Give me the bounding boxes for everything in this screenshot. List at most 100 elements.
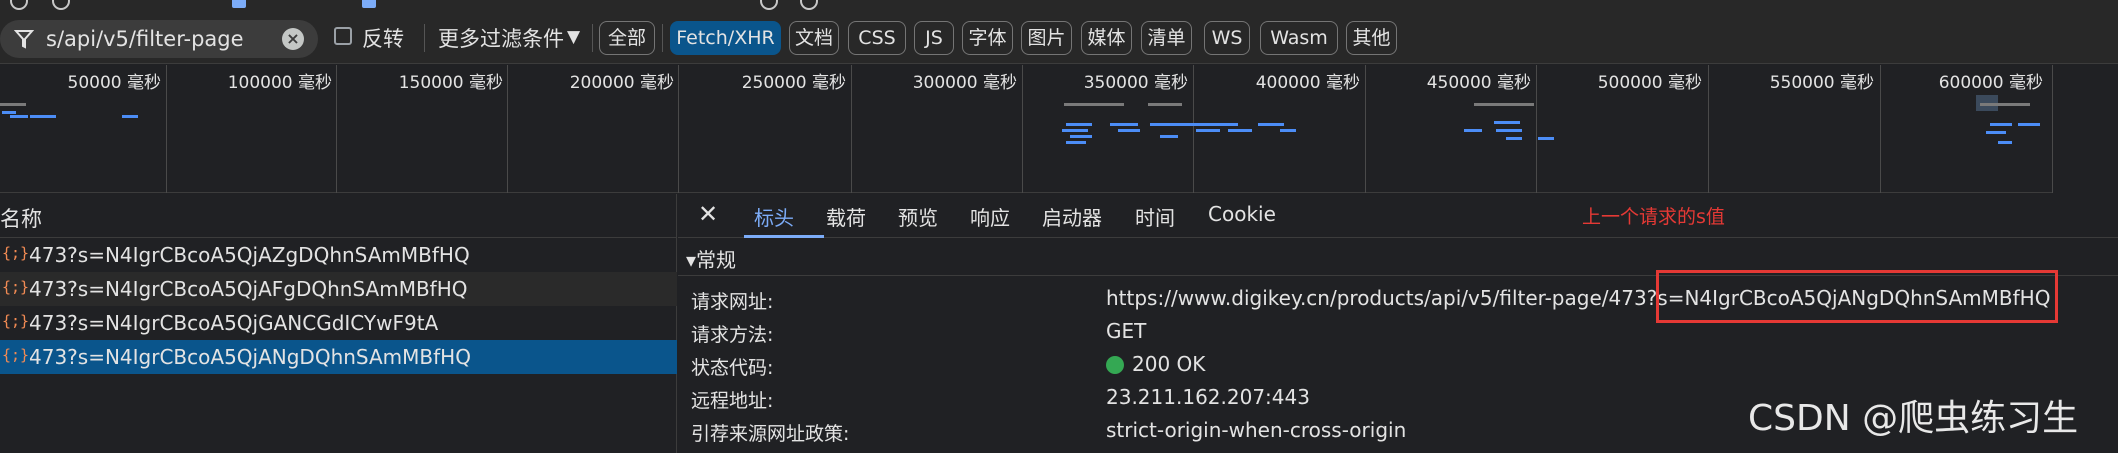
name-column-label: 名称 bbox=[0, 207, 42, 231]
filter-chip-wasm[interactable]: Wasm bbox=[1260, 21, 1338, 55]
timeline-request-bar bbox=[2, 111, 16, 114]
filter-chip-img[interactable]: 图片 bbox=[1021, 21, 1072, 55]
record-icon[interactable] bbox=[10, 0, 28, 10]
timeline-request-bar bbox=[10, 115, 28, 118]
timeline-tick-label: 200000 毫秒 bbox=[569, 73, 674, 93]
timeline-request-bar bbox=[1110, 123, 1138, 126]
timeline-tick-label: 450000 毫秒 bbox=[1426, 73, 1531, 93]
filter-chip-ws[interactable]: WS bbox=[1204, 21, 1250, 55]
xhr-icon: {;} bbox=[2, 312, 30, 330]
tab-cookies[interactable]: Cookie bbox=[1208, 202, 1276, 226]
timeline-tick-label: 50000 毫秒 bbox=[67, 73, 161, 93]
status-ok-icon bbox=[1106, 356, 1124, 374]
request-row[interactable]: {;} 473?s=N4IgrCBcoA5QjGANCGdICYwF9tA bbox=[0, 306, 677, 340]
timeline-gridline bbox=[1536, 65, 1537, 193]
tab-initiator[interactable]: 启动器 bbox=[1042, 202, 1102, 231]
timeline-tick-label: 150000 毫秒 bbox=[398, 73, 503, 93]
annotation-text: 上一个请求的s值 bbox=[1582, 206, 1725, 228]
timeline-request-bar bbox=[1998, 141, 2012, 144]
tab-headers[interactable]: 标头 bbox=[754, 202, 794, 231]
timeline-request-bar bbox=[1196, 129, 1220, 132]
filter-chip-doc[interactable]: 文档 bbox=[789, 21, 839, 55]
invert-label: 反转 bbox=[362, 27, 404, 51]
timeline-empty-region bbox=[2052, 65, 2118, 193]
general-section-title: ▾常规 bbox=[686, 248, 737, 272]
field-key: 请求方法: bbox=[691, 324, 774, 346]
divider bbox=[592, 24, 593, 52]
field-value: strict-origin-when-cross-origin bbox=[1106, 418, 1407, 442]
timeline-request-bar bbox=[0, 103, 26, 106]
timeline-request-bar bbox=[1118, 129, 1140, 132]
filter-search-box[interactable]: s/api/v5/filter-page × bbox=[0, 20, 318, 58]
upload-icon[interactable] bbox=[760, 0, 778, 10]
request-row[interactable]: {;} 473?s=N4IgrCBcoA5QjAFgDQhnSAmMBfHQ bbox=[0, 272, 677, 306]
filter-chip-font[interactable]: 字体 bbox=[962, 21, 1013, 55]
tab-payload[interactable]: 载荷 bbox=[826, 202, 866, 231]
timeline-request-bar bbox=[1148, 103, 1182, 106]
filter-search-input[interactable]: s/api/v5/filter-page bbox=[46, 27, 244, 51]
timeline-request-bar bbox=[1986, 131, 2006, 134]
timeline-tick-label: 550000 毫秒 bbox=[1769, 73, 1874, 93]
chevron-down-icon[interactable]: ▼ bbox=[567, 27, 580, 47]
field-value: 23.211.162.207:443 bbox=[1106, 385, 1310, 409]
details-tab-bar: ✕ 标头 载荷 预览 响应 启动器 时间 Cookie 上一个请求的s值 bbox=[678, 194, 2118, 238]
timeline-gridline bbox=[1022, 65, 1023, 193]
timeline-request-bar bbox=[1496, 129, 1522, 132]
timeline-gridline bbox=[166, 65, 167, 193]
timeline-tick-label: 100000 毫秒 bbox=[227, 73, 332, 93]
filter-chip-js[interactable]: JS bbox=[914, 21, 954, 55]
timeline-gridline bbox=[1365, 65, 1366, 193]
timeline-tick-label: 350000 毫秒 bbox=[1083, 73, 1188, 93]
xhr-icon: {;} bbox=[2, 278, 30, 296]
filter-chip-manifest[interactable]: 清单 bbox=[1141, 21, 1192, 55]
request-name: 473?s=N4IgrCBcoA5QjANgDQhnSAmMBfHQ bbox=[29, 345, 471, 369]
timeline-request-bar bbox=[1062, 129, 1088, 132]
field-key: 请求网址: bbox=[691, 291, 774, 313]
tab-preview[interactable]: 预览 bbox=[898, 202, 938, 231]
request-name: 473?s=N4IgrCBcoA5QjAFgDQhnSAmMBfHQ bbox=[29, 277, 468, 301]
filter-chip-fetch-xhr[interactable]: Fetch/XHR bbox=[670, 21, 781, 55]
preserve-log-checkbox[interactable] bbox=[232, 0, 246, 8]
request-name: 473?s=N4IgrCBcoA5QjGANCGdICYwF9tA bbox=[29, 311, 439, 335]
timeline-tick-label: 250000 毫秒 bbox=[741, 73, 846, 93]
timeline-tick-label: 600000 毫秒 bbox=[1938, 73, 2043, 93]
disable-cache-checkbox[interactable] bbox=[362, 0, 376, 8]
field-value: 200 OK bbox=[1132, 352, 1206, 376]
more-filters-dropdown[interactable]: 更多过滤条件 bbox=[438, 23, 564, 53]
timeline-gridline bbox=[851, 65, 852, 193]
filter-chip-media[interactable]: 媒体 bbox=[1081, 21, 1132, 55]
field-value-wrap: 200 OK bbox=[1106, 352, 1205, 376]
timeline-gridline bbox=[1880, 65, 1881, 193]
timeline-request-bar bbox=[1990, 123, 2012, 126]
clear-icon[interactable] bbox=[52, 0, 70, 10]
timeline-tick-label: 400000 毫秒 bbox=[1255, 73, 1360, 93]
timeline-request-bar bbox=[1474, 103, 1534, 106]
timeline-request-bar bbox=[1160, 135, 1178, 138]
field-key: 引荐来源网址政策: bbox=[691, 423, 850, 445]
network-overview-timeline[interactable]: 50000 毫秒 100000 毫秒 150000 毫秒 200000 毫秒 2… bbox=[0, 65, 2118, 193]
xhr-icon: {;} bbox=[2, 244, 30, 262]
download-icon[interactable] bbox=[800, 0, 818, 10]
invert-checkbox[interactable] bbox=[334, 27, 352, 45]
name-column-header[interactable]: 名称 bbox=[0, 194, 677, 238]
tab-response[interactable]: 响应 bbox=[970, 202, 1010, 231]
request-name: 473?s=N4IgrCBcoA5QjAZgDQhnSAmMBfHQ bbox=[29, 243, 470, 267]
timeline-gridline bbox=[507, 65, 508, 193]
filter-chip-other[interactable]: 其他 bbox=[1346, 21, 1397, 55]
request-row-selected[interactable]: {;} 473?s=N4IgrCBcoA5QjANgDQhnSAmMBfHQ bbox=[0, 340, 677, 374]
tab-timing[interactable]: 时间 bbox=[1135, 202, 1175, 231]
filter-chip-all[interactable]: 全部 bbox=[599, 21, 655, 55]
timeline-request-bar bbox=[30, 115, 56, 118]
clear-filter-icon[interactable]: × bbox=[282, 28, 304, 50]
field-value: GET bbox=[1106, 319, 1147, 343]
request-row[interactable]: {;} 473?s=N4IgrCBcoA5QjAZgDQhnSAmMBfHQ bbox=[0, 238, 677, 272]
filter-icon bbox=[14, 30, 34, 49]
timeline-request-bar bbox=[1150, 123, 1190, 126]
timeline-gridline bbox=[1193, 65, 1194, 193]
timeline-request-bar bbox=[1070, 135, 1092, 138]
close-icon[interactable]: ✕ bbox=[698, 200, 718, 228]
field-key: 状态代码: bbox=[691, 357, 774, 379]
filter-chip-css[interactable]: CSS bbox=[848, 21, 906, 55]
filter-bar: s/api/v5/filter-page × 反转 更多过滤条件 ▼ 全部 Fe… bbox=[0, 12, 2118, 64]
timeline-request-bar bbox=[1228, 129, 1252, 132]
